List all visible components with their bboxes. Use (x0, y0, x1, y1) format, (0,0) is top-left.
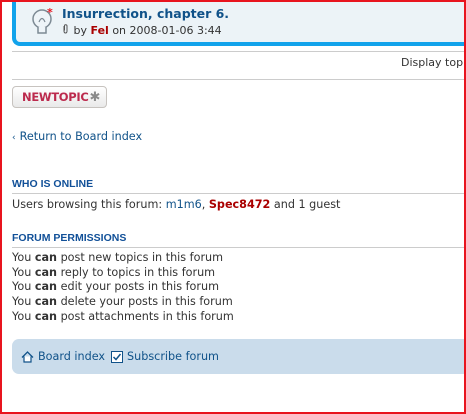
forum-permissions-heading: FORUM PERMISSIONS (12, 232, 127, 244)
online-users-line: Users browsing this forum: m1m6, Spec847… (12, 198, 340, 211)
on-label: on (112, 24, 127, 37)
you-word: You (12, 280, 32, 293)
user-link-spec8472[interactable]: Spec8472 (209, 198, 270, 211)
chevron-left-icon: ‹ (12, 133, 16, 143)
topic-unread-icon: * (32, 7, 53, 34)
permission-text: edit your posts in this forum (60, 280, 219, 293)
divider (12, 51, 466, 52)
permission-text: post new topics in this forum (60, 251, 224, 264)
divider (12, 79, 466, 80)
permission-text: delete your posts in this forum (60, 295, 233, 308)
permission-line: You can edit your posts in this forum (12, 280, 219, 293)
topic-meta: by Fel on 2008-01-06 3:44 (62, 24, 222, 37)
can-word: can (34, 266, 58, 279)
attachment-icon (62, 24, 70, 37)
can-word: can (34, 280, 58, 293)
return-link-label: Return to Board index (19, 130, 143, 143)
online-prefix: Users browsing this forum: (12, 198, 163, 211)
permission-text: reply to topics in this forum (60, 266, 216, 279)
topic-title-link[interactable]: Insurrection, chapter 6. (62, 6, 229, 21)
home-icon (21, 350, 34, 363)
you-word: You (12, 310, 32, 323)
user-link-m1m6[interactable]: m1m6 (166, 198, 202, 211)
subscribe-label: Subscribe forum (127, 350, 219, 363)
svg-text:*: * (47, 7, 53, 19)
can-word: can (34, 310, 58, 323)
subscribe-forum-link[interactable]: Subscribe forum (111, 350, 219, 363)
star-icon: ✱ (89, 89, 101, 105)
permission-line: You can delete your posts in this forum (12, 295, 233, 308)
return-to-board-index-link[interactable]: ‹ Return to Board index (12, 130, 142, 143)
new-topic-label: NEWTOPIC (22, 90, 89, 104)
board-index-link[interactable]: Board index (21, 350, 105, 363)
footer-navbar: Board index Subscribe forum (12, 339, 466, 374)
permission-line: You can reply to topics in this forum (12, 266, 215, 279)
permission-line: You can post attachments in this forum (12, 310, 234, 323)
divider (12, 247, 466, 248)
display-topics-label: Display top (401, 56, 464, 69)
you-word: You (12, 266, 32, 279)
checkbox-icon (111, 350, 124, 363)
can-word: can (34, 295, 58, 308)
topic-row: * Insurrection, chapter 6. by Fel on 200… (12, 0, 466, 46)
post-date: 2008-01-06 3:44 (129, 24, 222, 37)
board-index-label: Board index (38, 350, 106, 363)
online-suffix: and 1 guest (273, 198, 341, 211)
can-word: can (34, 251, 58, 264)
permission-line: You can post new topics in this forum (12, 251, 223, 264)
divider (12, 193, 466, 194)
who-is-online-heading: WHO IS ONLINE (12, 178, 94, 190)
separator: , (201, 198, 206, 211)
permission-text: post attachments in this forum (60, 310, 234, 323)
by-label: by (73, 24, 88, 37)
you-word: You (12, 251, 32, 264)
you-word: You (12, 295, 32, 308)
author-link[interactable]: Fel (91, 24, 109, 37)
new-topic-button[interactable]: NEWTOPIC ✱ (12, 86, 107, 108)
